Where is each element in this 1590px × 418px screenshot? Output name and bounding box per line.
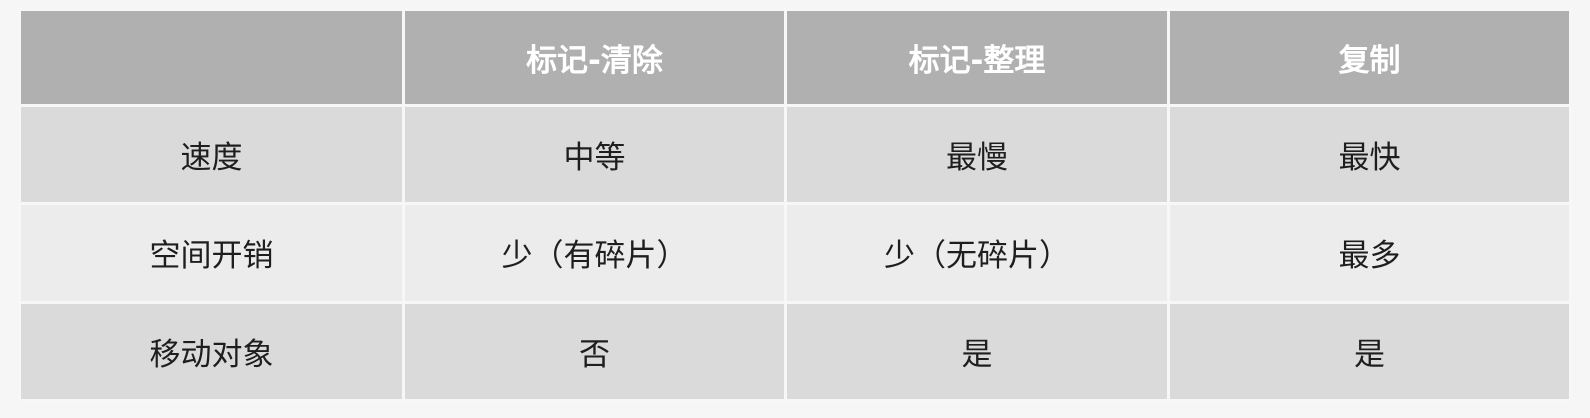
header-cell-mark-compact: 标记-整理 <box>784 8 1170 107</box>
row-label-space-overhead: 空间开销 <box>18 202 405 304</box>
cell-space-mark-sweep: 少（有碎片） <box>402 202 787 304</box>
table-row-space-overhead: 空间开销 少（有碎片） 少（无碎片） 最多 <box>18 202 1572 304</box>
header-cell-empty <box>18 8 405 107</box>
cell-move-mark-sweep: 否 <box>402 300 787 403</box>
header-cell-copying: 复制 <box>1167 8 1572 107</box>
header-cell-mark-sweep: 标记-清除 <box>402 8 787 107</box>
cell-speed-mark-compact: 最慢 <box>784 103 1170 206</box>
row-label-move-objects: 移动对象 <box>18 300 405 403</box>
cell-space-mark-compact: 少（无碎片） <box>784 202 1170 304</box>
slide-canvas: 标记-清除 标记-整理 复制 速度 中等 最慢 最快 空间开销 少（有碎片） 少… <box>0 0 1590 418</box>
cell-speed-mark-sweep: 中等 <box>402 103 787 206</box>
cell-move-mark-compact: 是 <box>784 300 1170 403</box>
cell-move-copying: 是 <box>1167 300 1572 403</box>
table-row-speed: 速度 中等 最慢 最快 <box>18 103 1572 206</box>
cell-space-copying: 最多 <box>1167 202 1572 304</box>
table-header-row: 标记-清除 标记-整理 复制 <box>18 8 1572 107</box>
table-row-move-objects: 移动对象 否 是 是 <box>18 300 1572 403</box>
row-label-speed: 速度 <box>18 103 405 206</box>
cell-speed-copying: 最快 <box>1167 103 1572 206</box>
gc-algorithm-comparison-table: 标记-清除 标记-整理 复制 速度 中等 最慢 最快 空间开销 少（有碎片） 少… <box>18 8 1572 403</box>
